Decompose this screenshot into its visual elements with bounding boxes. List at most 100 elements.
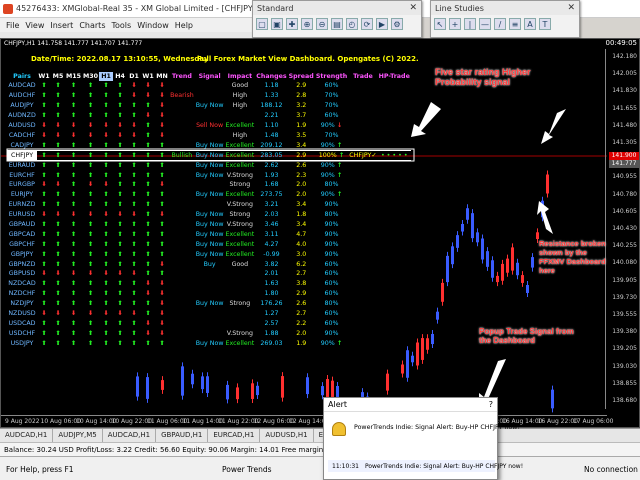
toolbar-button-icon[interactable]: ✚	[286, 18, 298, 30]
hp-trade-cell	[378, 259, 411, 269]
column-header: Pairs	[13, 73, 31, 80]
spread-cell: 3.4	[296, 201, 307, 209]
trend-cell	[169, 111, 195, 121]
arrow-down-icon: ⬇	[41, 131, 47, 139]
toolbar-button-icon[interactable]: |	[464, 18, 476, 30]
trade-cell	[348, 170, 377, 180]
table-row[interactable]: CADJPY ⬆ ⬆ ⬆ ⬆ ⬆ ⬆ ⬆ ⬆ ⬆ Buy Now Excellent 209.12 3.4…	[7, 140, 411, 150]
changes-cell: 1.27	[264, 310, 279, 318]
chart-window[interactable]: CHFJPY,H1 141.758 141.777 141.707 141.77…	[0, 38, 640, 428]
toolbar-button-icon[interactable]: ↖	[434, 18, 446, 30]
menu-file[interactable]: File	[6, 21, 19, 30]
table-row[interactable]: GBPJPY ⬆ ⬆ ⬆ ⬆ ⬆ ⬆ ⬆ ⬆ ⬆ Buy Now Excellent -0.99 3.0 9…	[7, 249, 411, 259]
pair-cell: EURUSD	[8, 211, 36, 219]
arrow-up-icon: ⬆	[159, 201, 165, 209]
menu-bar: File View Insert Charts Tools Window Hel…	[0, 18, 252, 32]
chart-tab[interactable]: AUDJPY,M5	[53, 429, 103, 442]
table-row[interactable]: GBPCHF ⬆ ⬆ ⬆ ⬆ ⬆ ⬆ ⬆ ⬆ ⬆ Buy Now Excellent 4.27 4.0 90…	[7, 239, 411, 249]
chart-tab[interactable]: AUDUSD,H1	[260, 429, 314, 442]
toolbar-button-icon[interactable]: ⊖	[316, 18, 328, 30]
strength-cell: 60%	[324, 280, 339, 288]
pair-cell: GBPNZD	[8, 260, 36, 268]
table-row[interactable]: NZDCAD ⬆ ⬆ ⬆ ⬆ ⬆ ⬆ ⬆ ⬇ ⬇ 1.63 3.8 60%	[7, 279, 411, 289]
toolbar-button-icon[interactable]: /	[494, 18, 506, 30]
table-row[interactable]: USDJPY ⬆ ⬆ ⬆ ⬆ ⬆ ⬆ ⬆ ⬆ ⬆ Buy Now Excellent 269.03 1.9…	[7, 338, 411, 348]
table-row[interactable]: EURNZD ⬆ ⬆ ⬆ ⬆ ⬆ ⬆ ⬆ ⬆ ⬆ V.Strong 3.21 3.4 90%	[7, 200, 411, 210]
chart-tab[interactable]: EURCAD,H1	[208, 429, 261, 442]
chart-tab[interactable]: AUDCAD,H1	[0, 429, 54, 442]
alert-row-text: PowerTrends Indie: Signal Alert: Buy-HP …	[364, 462, 524, 470]
candle-body	[436, 311, 439, 320]
toolbar-button-icon[interactable]: T	[539, 18, 551, 30]
menu-help[interactable]: Help	[175, 21, 193, 30]
signal-cell	[195, 180, 225, 190]
table-row[interactable]: CADCHF ⬇ ⬇ ⬇ ⬇ ⬇ ⬇ ⬇ ⬆ ⬇ High 1.48 3.5 70%	[7, 130, 411, 140]
chart-tab[interactable]: GBPAUD,H1	[156, 429, 209, 442]
column-header: Trend	[171, 73, 192, 80]
table-row[interactable]: NZDCHF ⬆ ⬆ ⬆ ⬆ ⬆ ⬆ ⬆ ⬇ ⬇ 1.80 2.9 60%	[7, 289, 411, 299]
menu-window[interactable]: Window	[137, 21, 169, 30]
arrow-up-icon: ⬆	[117, 181, 123, 189]
toolbar-button-icon[interactable]: ◴	[346, 18, 358, 30]
table-row[interactable]: AUDNZD ⬆ ⬆ ⬆ ⬆ ⬆ ⬆ ⬆ ⬇ ⬇ 2.21 3.7 60%	[7, 111, 411, 121]
table-row[interactable]: AUDCHF ⬆ ⬆ ⬆ ⬆ ⬆ ⬆ ⬇ ⬇ ⬇ Bearish High 1.33 2.8 70%	[7, 91, 411, 101]
table-row[interactable]: CHFJPY ⬆ ⬆ ⬆ ⬆ ⬆ ⬆ ⬆ ⬆ ⬆ Bullish Buy Now Excellent 28…	[7, 149, 411, 161]
column-header: MN	[156, 73, 168, 80]
table-row[interactable]: EURAUD ⬆ ⬆ ⬆ ⬆ ⬆ ⬆ ⬆ ⬆ ⬆ Buy Now Excellent 2.62 2.6 90…	[7, 160, 411, 170]
toolbar-button-icon[interactable]: ≡	[509, 18, 521, 30]
toolbar-button-icon[interactable]: ▣	[271, 18, 283, 30]
table-row[interactable]: GBPCAD ⬆ ⬆ ⬆ ⬆ ⬆ ⬆ ⬆ ⬆ ⬆ Buy Now Excellent 3.11 4.7 90…	[7, 229, 411, 239]
table-row[interactable]: USDCHF ⬆ ⬆ ⬆ ⬆ ⬆ ⬆ ⬆ ⬇ ⬇ V.Strong 1.88 2.0 90%	[7, 328, 411, 338]
impact-cell	[225, 111, 256, 121]
arrow-up-icon: ⬆	[41, 141, 47, 149]
menu-insert[interactable]: Insert	[50, 21, 73, 30]
hp-trade-cell	[378, 180, 411, 190]
alert-list-item[interactable]: 11:10:31 PowerTrends Indie: Signal Alert…	[328, 460, 523, 472]
trade-cell	[348, 249, 377, 259]
table-row[interactable]: GBPNZD ⬆ ⬆ ⬆ ⬆ ⬆ ⬆ ⬆ ⬆ ⬇ Buy Good 3.82 6.2 60%	[7, 259, 411, 269]
close-icon[interactable]: ✕	[567, 3, 575, 13]
toolbar-button-icon[interactable]: ⊕	[301, 18, 313, 30]
arrow-up-icon: ⬆	[117, 191, 123, 199]
toolbar-button-icon[interactable]: +	[449, 18, 461, 30]
toolbar-button-icon[interactable]: ▢	[256, 18, 268, 30]
impact-cell: Excellent	[225, 141, 255, 149]
price-scale[interactable]: 142.180 142.005 141.830 141.655 141.480 141.3…	[605, 49, 639, 409]
menu-charts[interactable]: Charts	[79, 21, 105, 30]
arrow-down-icon: ⬇	[159, 260, 165, 268]
trend-cell	[169, 130, 195, 140]
chart-tab[interactable]: AUDCAD,H1	[103, 429, 157, 442]
spread-cell: 2.7	[296, 270, 307, 278]
table-row[interactable]: NZDUSD ⬇ ⬇ ⬇ ⬇ ⬇ ⬇ ⬇ ⬆ ⬇ 1.27 2.7 60%	[7, 309, 411, 319]
toolbar-button-icon[interactable]: —	[479, 18, 491, 30]
table-row[interactable]: EURJPY ⬆ ⬆ ⬆ ⬆ ⬆ ⬆ ⬆ ⬆ ⬆ Buy Now Excellent 273.75 2.0…	[7, 190, 411, 200]
toolbar-button-icon[interactable]: ▤	[331, 18, 343, 30]
table-row[interactable]: USDCAD ⬆ ⬆ ⬆ ⬆ ⬆ ⬆ ⬆ ⬇ ⬇ 2.57 2.2 60%	[7, 318, 411, 328]
menu-tools[interactable]: Tools	[111, 21, 131, 30]
time-label: 10 Aug 22:00	[111, 418, 152, 425]
close-icon[interactable]: ✕	[409, 3, 417, 13]
arrow-up-icon: ⬆	[87, 92, 94, 100]
arrow-up-icon: ⬆	[103, 112, 109, 120]
table-row[interactable]: AUDJPY ⬆ ⬆ ⬆ ⬆ ⬆ ⬆ ⬆ ⬆ ⬇ Buy Now High 188.12 3.2 70%	[7, 101, 411, 111]
pair-cell: EURGBP	[9, 181, 35, 189]
toolbar-button-icon[interactable]: A	[524, 18, 536, 30]
table-row[interactable]: EURCHF ⬆ ⬆ ⬆ ⬆ ⬆ ⬆ ⬆ ⬆ ⬆ Buy Now V.Strong 1.93 2.3 90%…	[7, 170, 411, 180]
toolbar-button-icon[interactable]: ⚙	[391, 18, 403, 30]
table-row[interactable]: GBPUSD ⬇ ⬇ ⬇ ⬇ ⬇ ⬇ ⬇ ⬆ ⬆ 2.01 2.7 60%	[7, 269, 411, 279]
table-row[interactable]: GBPAUD ⬆ ⬆ ⬆ ⬆ ⬆ ⬆ ⬆ ⬆ ⬆ Buy Now V.Strong 3.46 3.4 90%	[7, 220, 411, 230]
toolbar-button-icon[interactable]: ⟳	[361, 18, 373, 30]
help-icon[interactable]: ?	[489, 400, 493, 409]
arrow-down-icon: ⬇	[55, 270, 61, 278]
table-row[interactable]: EURUSD ⬇ ⬇ ⬇ ⬇ ⬇ ⬇ ⬇ ⬆ ⬇ Buy Now Strong 2.03 1.8 80%	[7, 210, 411, 220]
candle-body	[306, 377, 309, 395]
table-row[interactable]: EURGBP ⬇ ⬇ ⬆ ⬇ ⬇ ⬆ ⬆ ⬆ ⬇ Strong 1.68 2.0 80%	[7, 180, 411, 190]
arrow-up-icon: ⬆	[41, 250, 47, 258]
menu-view[interactable]: View	[25, 21, 44, 30]
arrow-up-icon: ⬆	[145, 240, 151, 248]
table-row[interactable]: NZDJPY ⬆ ⬆ ⬆ ⬆ ⬆ ⬆ ⬆ ⬆ ⬇ Buy Now Strong 176.26 2.6 80%	[7, 299, 411, 309]
spread-cell: 2.8	[296, 92, 307, 100]
table-row[interactable]: AUDCAD ⬆ ⬆ ⬆ ⬆ ⬆ ⬆ ⬇ ⬇ ⬇ Good 1.18 2.9 60%	[7, 81, 411, 91]
table-row[interactable]: AUDUSD ⬇ ⬇ ⬇ ⬇ ⬇ ⬇ ⬇ ⬆ ⬇ Sell Now Excellent 1.10 1.9 9…	[7, 121, 411, 131]
toolbar-button-icon[interactable]: ▶	[376, 18, 388, 30]
